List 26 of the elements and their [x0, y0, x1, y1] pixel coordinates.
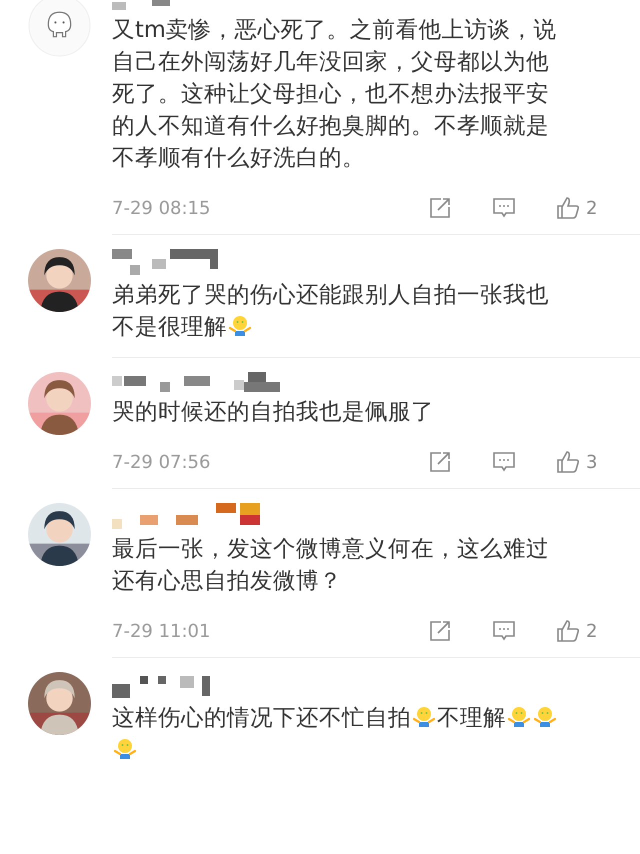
comment-time: 7-29 07:56 [112, 452, 210, 472]
comment-icon[interactable] [492, 450, 516, 474]
comment-text: 不是很理解 [112, 314, 227, 340]
comment-text: 弟弟死了哭的伤心还能跟别人自拍一张我也 [112, 282, 549, 308]
share-icon[interactable] [428, 450, 452, 474]
like-button[interactable]: 3 [556, 450, 602, 474]
comment-text: 最后一张，发这个微博意义何在，这么难过还有心思自拍发微博？ [112, 536, 549, 594]
comment-icon[interactable] [492, 196, 516, 220]
default-avatar-icon[interactable] [28, 0, 91, 57]
username-mosaic [112, 0, 170, 10]
shrug-emoji-icon [412, 705, 436, 729]
share-icon[interactable] [428, 619, 452, 643]
comment-text: 这样伤心的情况下还不忙自拍 [112, 705, 411, 731]
comment-time: 7-29 08:15 [112, 198, 210, 218]
shrug-emoji-icon [228, 314, 252, 338]
like-button[interactable]: 2 [556, 196, 602, 220]
shrug-emoji-icon [507, 705, 531, 729]
comment-icon[interactable] [492, 619, 516, 643]
comment-text: 哭的时候还的自拍我也是佩服了 [112, 399, 434, 425]
comment-text: 又tm卖惨，恶心死了。之前看他上访谈，说自己在外闯荡好几年没回家，父母都以为他死了。这种让父母担心，也不想办法报平安的人不知道有什么好抱臭脚的。不孝顺就是不孝顺有什么好洗白的。 [112, 17, 557, 171]
comment-time: 7-29 11:01 [112, 620, 210, 642]
share-icon[interactable] [428, 196, 452, 220]
comment-text: 不理解 [437, 705, 506, 731]
shrug-emoji-icon [113, 737, 137, 761]
shrug-emoji-icon [533, 705, 557, 729]
like-button[interactable]: 2 [556, 619, 602, 643]
